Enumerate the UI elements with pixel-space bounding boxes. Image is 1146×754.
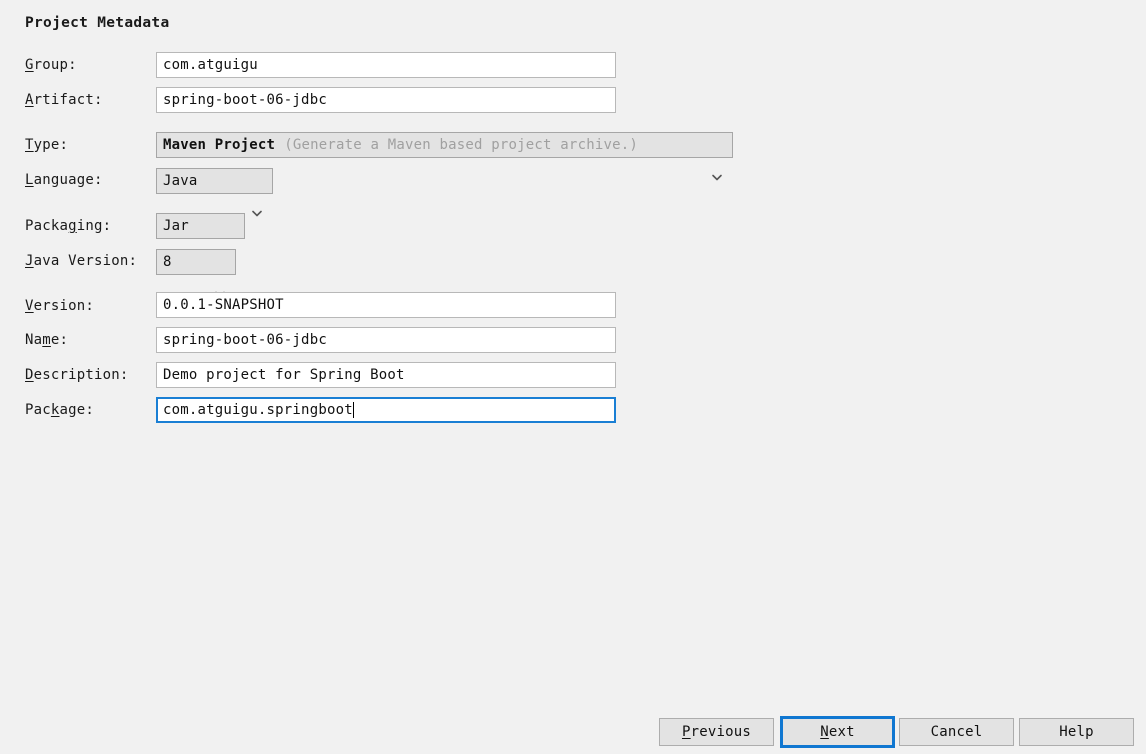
package-input-value: com.atguigu.springboot xyxy=(163,402,353,418)
language-dropdown-value: Java xyxy=(163,173,198,189)
previous-button[interactable]: Previous xyxy=(659,718,774,746)
type-dropdown-hint: (Generate a Maven based project archive.… xyxy=(284,137,638,153)
version-label: Version: xyxy=(25,298,95,314)
next-button[interactable]: Next xyxy=(780,716,895,748)
chevron-down-icon xyxy=(213,255,227,298)
package-label: Package: xyxy=(25,402,95,418)
chevron-down-icon xyxy=(250,174,264,217)
previous-button-label: Previous xyxy=(681,724,752,740)
name-input[interactable]: spring-boot-06-jdbc xyxy=(156,327,616,353)
type-dropdown-value: Maven Project xyxy=(163,137,276,153)
artifact-input-value: spring-boot-06-jdbc xyxy=(163,92,327,108)
description-label: Description: xyxy=(25,367,129,383)
java-version-label: Java Version: xyxy=(25,253,138,269)
description-input-value: Demo project for Spring Boot xyxy=(163,367,405,383)
java-version-dropdown[interactable]: 8 xyxy=(156,249,236,298)
next-button-label: Next xyxy=(820,724,855,740)
packaging-label: Packaging: xyxy=(25,218,112,234)
help-button-label: Help xyxy=(1059,724,1094,740)
artifact-label: Artifact: xyxy=(25,92,103,108)
chevron-down-icon xyxy=(222,219,236,262)
help-button[interactable]: Help xyxy=(1019,718,1134,746)
packaging-dropdown[interactable]: Jar xyxy=(156,213,245,262)
chevron-down-icon xyxy=(710,138,724,181)
group-input[interactable]: com.atguigu xyxy=(156,52,616,78)
version-input[interactable]: 0.0.1-SNAPSHOT xyxy=(156,292,616,318)
name-label: Name: xyxy=(25,332,69,348)
group-label: Group: xyxy=(25,57,77,73)
type-dropdown[interactable]: Maven Project (Generate a Maven based pr… xyxy=(156,132,733,181)
type-label: Type: xyxy=(25,137,69,153)
description-input[interactable]: Demo project for Spring Boot xyxy=(156,362,616,388)
package-input[interactable]: com.atguigu.springboot xyxy=(156,397,616,423)
cancel-button-label: Cancel xyxy=(930,724,983,740)
language-dropdown[interactable]: Java xyxy=(156,168,273,217)
java-version-dropdown-value: 8 xyxy=(163,254,172,270)
name-input-value: spring-boot-06-jdbc xyxy=(163,332,327,348)
language-label: Language: xyxy=(25,172,103,188)
version-input-value: 0.0.1-SNAPSHOT xyxy=(163,297,284,313)
text-caret xyxy=(352,402,354,418)
group-input-value: com.atguigu xyxy=(163,57,258,73)
page-title: Project Metadata xyxy=(25,15,170,31)
cancel-button[interactable]: Cancel xyxy=(899,718,1014,746)
artifact-input[interactable]: spring-boot-06-jdbc xyxy=(156,87,616,113)
packaging-dropdown-value: Jar xyxy=(163,218,189,234)
